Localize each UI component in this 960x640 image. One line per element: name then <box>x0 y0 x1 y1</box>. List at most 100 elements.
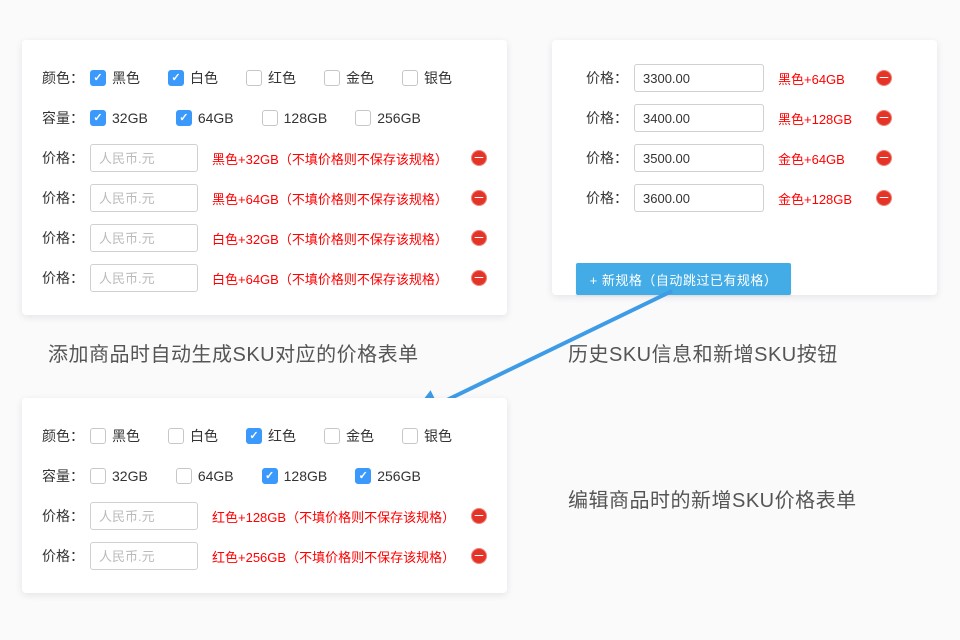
checkbox-icon <box>402 70 418 86</box>
checkbox-label: 白色 <box>190 68 218 88</box>
checkbox-capacity-0[interactable]: 32GB <box>90 110 148 126</box>
delete-icon[interactable] <box>471 190 487 206</box>
checkbox-icon <box>246 70 262 86</box>
capacity-checkbox-group: 32GB 64GB 128GB 256GB <box>90 110 421 126</box>
stage: 颜色： 黑色 白色 红色 金色 <box>0 0 960 640</box>
checkbox-label: 256GB <box>377 468 421 484</box>
price-input[interactable] <box>90 224 198 252</box>
checkbox-label: 黑色 <box>112 426 140 446</box>
checkbox-capacity-1[interactable]: 64GB <box>176 468 234 484</box>
sku-hint: 黑色+64GB（不填价格则不保存该规格） <box>212 189 463 208</box>
delete-icon[interactable] <box>876 70 892 86</box>
checkbox-capacity-2[interactable]: 128GB <box>262 110 328 126</box>
price-input[interactable] <box>90 502 198 530</box>
checkbox-icon <box>324 428 340 444</box>
delete-icon[interactable] <box>876 110 892 126</box>
price-input[interactable] <box>90 184 198 212</box>
checkbox-icon <box>168 70 184 86</box>
card-add-product-sku: 颜色： 黑色 白色 红色 金色 <box>22 40 507 315</box>
checkbox-icon <box>355 468 371 484</box>
checkbox-icon <box>324 70 340 86</box>
price-input[interactable] <box>634 104 764 132</box>
checkbox-label: 金色 <box>346 68 374 88</box>
label-price: 价格： <box>42 546 90 566</box>
checkbox-label: 32GB <box>112 468 148 484</box>
delete-icon[interactable] <box>471 508 487 524</box>
checkbox-icon <box>355 110 371 126</box>
checkbox-capacity-1[interactable]: 64GB <box>176 110 234 126</box>
sku-hint: 黑色+64GB <box>778 69 868 88</box>
sku-hint: 红色+128GB（不填价格则不保存该规格） <box>212 507 463 526</box>
label-capacity: 容量： <box>42 466 90 486</box>
checkbox-label: 红色 <box>268 426 296 446</box>
checkbox-icon <box>246 428 262 444</box>
delete-icon[interactable] <box>471 150 487 166</box>
label-capacity: 容量： <box>42 108 90 128</box>
label-price: 价格： <box>42 228 90 248</box>
price-row-1: 价格： 黑色+64GB（不填价格则不保存该规格） <box>42 178 487 218</box>
checkbox-capacity-3[interactable]: 256GB <box>355 468 421 484</box>
checkbox-capacity-3[interactable]: 256GB <box>355 110 421 126</box>
price-input[interactable] <box>90 264 198 292</box>
color-checkbox-group: 黑色 白色 红色 金色 银色 <box>90 426 452 446</box>
checkbox-color-0[interactable]: 黑色 <box>90 68 140 88</box>
label-color: 颜色： <box>42 426 90 446</box>
delete-icon[interactable] <box>471 548 487 564</box>
checkbox-capacity-2[interactable]: 128GB <box>262 468 328 484</box>
history-price-row-1: 价格： 黑色+128GB <box>572 98 917 138</box>
sku-hint: 白色+64GB（不填价格则不保存该规格） <box>212 269 463 288</box>
card-edit-product-sku: 颜色： 黑色 白色 红色 金色 <box>22 398 507 593</box>
checkbox-icon <box>90 70 106 86</box>
price-row-2: 价格： 白色+32GB（不填价格则不保存该规格） <box>42 218 487 258</box>
price-row-0: 价格： 红色+128GB（不填价格则不保存该规格） <box>42 496 487 536</box>
history-price-row-2: 价格： 金色+64GB <box>572 138 917 178</box>
delete-icon[interactable] <box>471 230 487 246</box>
checkbox-label: 黑色 <box>112 68 140 88</box>
checkbox-color-0[interactable]: 黑色 <box>90 426 140 446</box>
add-spec-button[interactable]: + 新规格（自动跳过已有规格） <box>576 263 791 295</box>
checkbox-label: 64GB <box>198 468 234 484</box>
capacity-checkbox-group: 32GB 64GB 128GB 256GB <box>90 468 421 484</box>
row-capacity: 容量： 32GB 64GB 128GB 256GB <box>42 98 487 138</box>
checkbox-color-4[interactable]: 银色 <box>402 68 452 88</box>
caption-card-c: 编辑商品时的新增SKU价格表单 <box>568 484 857 513</box>
checkbox-icon <box>402 428 418 444</box>
checkbox-icon <box>90 468 106 484</box>
checkbox-label: 银色 <box>424 68 452 88</box>
checkbox-label: 256GB <box>377 110 421 126</box>
price-input[interactable] <box>634 64 764 92</box>
checkbox-color-3[interactable]: 金色 <box>324 426 374 446</box>
checkbox-color-2[interactable]: 红色 <box>246 426 296 446</box>
checkbox-icon <box>90 428 106 444</box>
price-row-0: 价格： 黑色+32GB（不填价格则不保存该规格） <box>42 138 487 178</box>
checkbox-color-1[interactable]: 白色 <box>168 68 218 88</box>
checkbox-icon <box>176 468 192 484</box>
sku-hint: 金色+128GB <box>778 189 868 208</box>
price-input[interactable] <box>90 144 198 172</box>
checkbox-icon <box>176 110 192 126</box>
checkbox-color-3[interactable]: 金色 <box>324 68 374 88</box>
price-input[interactable] <box>90 542 198 570</box>
label-color: 颜色： <box>42 68 90 88</box>
checkbox-color-1[interactable]: 白色 <box>168 426 218 446</box>
history-price-row-3: 价格： 金色+128GB <box>572 178 917 218</box>
label-price: 价格： <box>42 268 90 288</box>
card-history-sku: 价格： 黑色+64GB 价格： 黑色+128GB 价格： 金色+64GB 价格：… <box>552 40 937 295</box>
sku-hint: 白色+32GB（不填价格则不保存该规格） <box>212 229 463 248</box>
price-input[interactable] <box>634 144 764 172</box>
checkbox-icon <box>168 428 184 444</box>
delete-icon[interactable] <box>876 150 892 166</box>
price-input[interactable] <box>634 184 764 212</box>
delete-icon[interactable] <box>876 190 892 206</box>
add-spec-button-label: + 新规格（自动跳过已有规格） <box>590 270 778 289</box>
row-capacity: 容量： 32GB 64GB 128GB 256GB <box>42 456 487 496</box>
delete-icon[interactable] <box>471 270 487 286</box>
checkbox-icon <box>90 110 106 126</box>
checkbox-color-4[interactable]: 银色 <box>402 426 452 446</box>
label-price: 价格： <box>42 148 90 168</box>
label-price: 价格： <box>42 506 90 526</box>
label-price: 价格： <box>586 188 634 208</box>
checkbox-capacity-0[interactable]: 32GB <box>90 468 148 484</box>
caption-card-a: 添加商品时自动生成SKU对应的价格表单 <box>48 338 419 367</box>
checkbox-color-2[interactable]: 红色 <box>246 68 296 88</box>
